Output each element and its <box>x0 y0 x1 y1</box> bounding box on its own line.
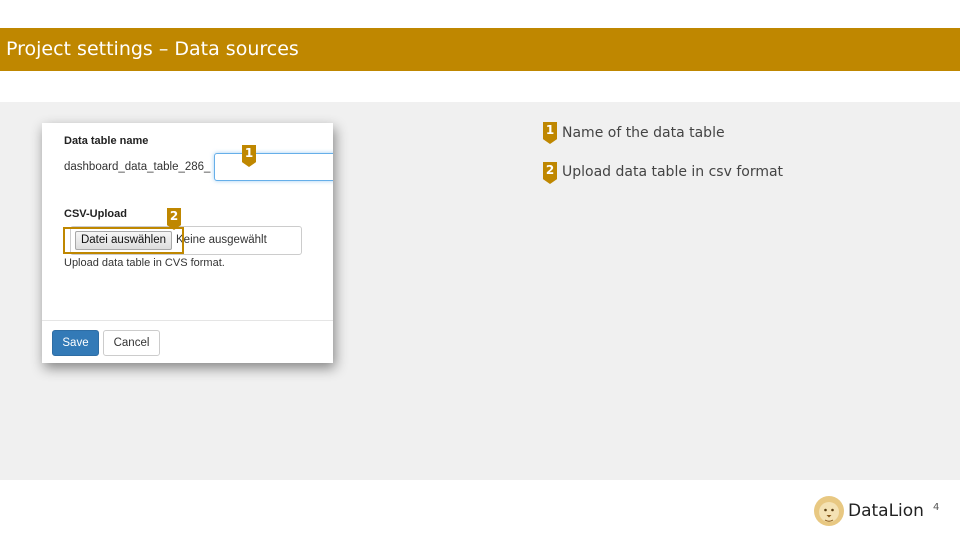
legend-text-2: Upload data table in csv format <box>562 164 784 180</box>
table-name-label: Data table name <box>64 135 149 147</box>
title-bar: Project settings – Data sources <box>0 28 960 71</box>
table-name-input[interactable] <box>214 153 333 181</box>
table-name-prefix: dashboard_data_table_286_ <box>64 161 211 173</box>
lion-head-icon <box>814 496 844 526</box>
file-status-text: Keine ausgewählt <box>176 234 267 246</box>
cancel-button[interactable]: Cancel <box>103 330 160 356</box>
brand-name: DataLion <box>848 501 924 521</box>
csv-help-text: Upload data table in CVS format. <box>64 257 225 269</box>
legend-text-1: Name of the data table <box>562 125 725 141</box>
data-source-dialog: Data table name dashboard_data_table_286… <box>42 123 333 363</box>
upload-highlight-box <box>63 227 184 254</box>
page-title: Project settings – Data sources <box>6 38 299 60</box>
page-number: 4 <box>933 502 940 513</box>
csv-upload-label: CSV-Upload <box>64 208 127 220</box>
save-button[interactable]: Save <box>52 330 99 356</box>
dialog-footer: Save Cancel <box>42 320 333 363</box>
datalion-logo: DataLion <box>813 495 933 529</box>
